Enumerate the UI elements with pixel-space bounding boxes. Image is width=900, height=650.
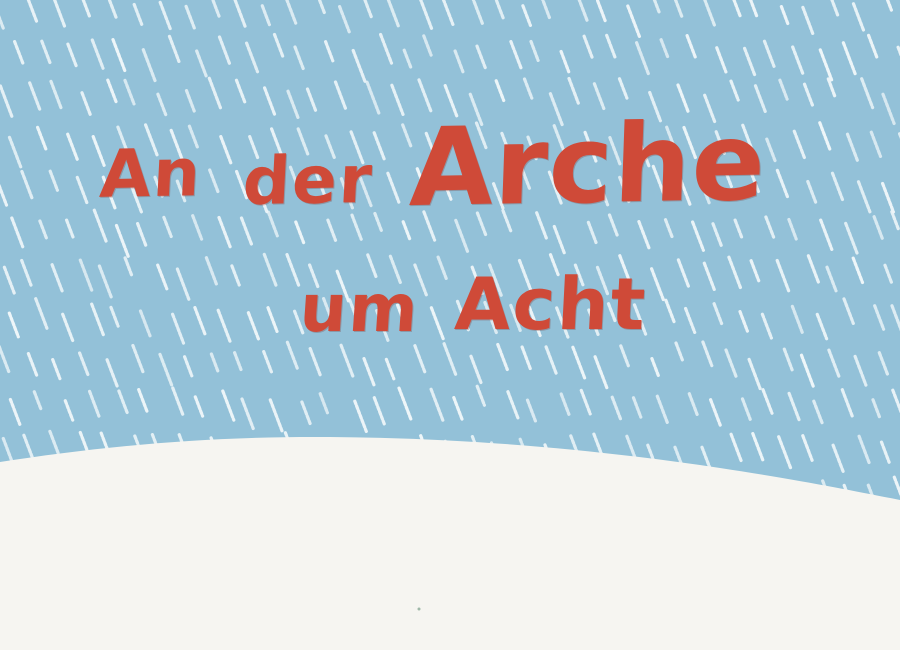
title-word-der: der — [240, 140, 376, 221]
title-word-um: um — [297, 270, 423, 347]
book-title: An der Arche um Acht — [0, 0, 900, 650]
cover-illustration: An der Arche um Acht — [0, 0, 900, 650]
title-word-an: An — [97, 134, 205, 213]
title-word-acht: Acht — [452, 262, 650, 346]
title-word-arche: Arche — [407, 99, 769, 232]
